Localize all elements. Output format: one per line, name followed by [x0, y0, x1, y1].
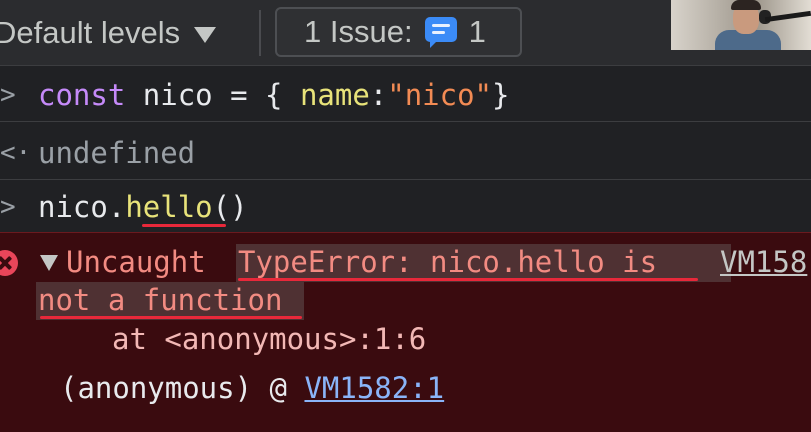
error-message-line1: TypeError: nico.hello is — [238, 245, 658, 279]
console-result-row: <· undefined — [0, 122, 811, 180]
error-prefix: Uncaught — [66, 245, 206, 279]
annotation-underline — [40, 316, 302, 319]
stack-trace-line: at <anonymous>:1:6 — [112, 322, 427, 356]
object-name: nico — [38, 190, 108, 224]
chevron-down-icon — [194, 26, 217, 43]
issues-label: 1 Issue: — [304, 14, 413, 49]
console-input-code: nico.hello() — [38, 190, 248, 224]
frame-at: @ — [269, 371, 287, 405]
issues-count: 1 — [468, 14, 486, 49]
log-levels-dropdown[interactable]: Default levels — [0, 10, 217, 56]
method-name: hello — [125, 190, 213, 224]
frame-source-link[interactable]: VM1582:1 — [304, 371, 444, 405]
colon: : — [369, 78, 388, 112]
result-arrow-icon: <· — [0, 138, 32, 168]
console-input-row: > const nico = { name:"nico"} — [0, 66, 811, 122]
prompt-chevron-icon: > — [0, 80, 16, 110]
issue-message-icon — [424, 17, 457, 48]
error-message-line2: not a function — [38, 283, 283, 317]
console-input-row: > nico.hello() — [0, 180, 811, 232]
close-brace: } — [492, 78, 510, 112]
webcam-overlay — [671, 0, 811, 50]
expand-triangle-icon[interactable] — [40, 255, 58, 271]
log-levels-label: Default levels — [0, 15, 181, 50]
assign-brace: = { — [212, 78, 300, 112]
var-name: nico — [142, 78, 213, 112]
annotation-underline — [142, 224, 226, 227]
call-frame-row: (anonymous) @ VM1582:1 — [60, 371, 444, 405]
issues-button[interactable]: 1 Issue: 1 — [275, 7, 522, 57]
keyword-const: const — [38, 78, 126, 112]
annotation-underline — [238, 278, 698, 281]
console-input-code: const nico = { name:"nico"} — [38, 78, 509, 112]
prompt-chevron-icon: > — [0, 192, 16, 222]
result-value: undefined — [38, 136, 196, 170]
toolbar-divider — [259, 10, 261, 56]
property-name: name — [299, 78, 370, 112]
frame-name: (anonymous) — [60, 371, 253, 405]
error-source-link[interactable]: VM158 — [720, 245, 807, 279]
string-value: "nico" — [387, 78, 493, 112]
